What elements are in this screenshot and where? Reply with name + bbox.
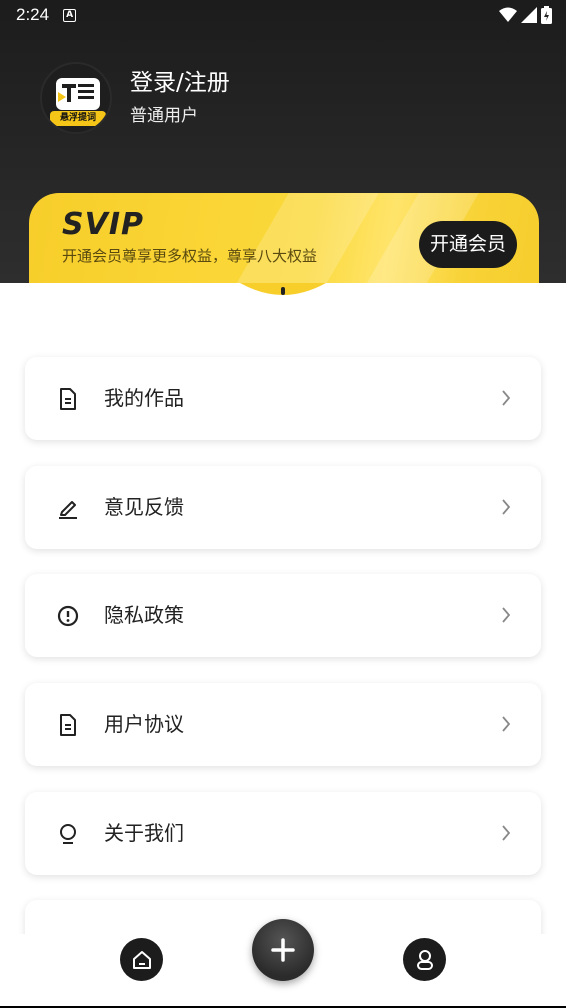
menu-item-feedback[interactable]: 意见反馈 bbox=[25, 466, 541, 549]
login-register-link[interactable]: 登录/注册 bbox=[130, 67, 230, 99]
info-circle-icon bbox=[57, 605, 79, 627]
chevron-right-icon bbox=[502, 390, 511, 406]
svip-logo: SVIP bbox=[62, 207, 144, 242]
user-level: 普通用户 bbox=[130, 106, 198, 126]
menu-item-privacy-policy[interactable]: 隐私政策 bbox=[25, 574, 541, 657]
svip-banner[interactable]: SVIP 开通会员尊享更多权益，尊享八大权益 开通会员 bbox=[29, 193, 539, 296]
status-time: 2:24 bbox=[16, 5, 50, 24]
wifi-icon bbox=[499, 7, 517, 22]
profile-text: 登录/注册 普通用户 bbox=[130, 67, 230, 129]
menu-item-label: 关于我们 bbox=[104, 821, 184, 845]
battery-icon bbox=[541, 6, 552, 24]
nav-profile-button[interactable] bbox=[403, 938, 446, 981]
avatar-label: 悬浮提词 bbox=[50, 111, 106, 126]
nav-home-button[interactable] bbox=[120, 938, 163, 981]
menu-item-user-agreement[interactable]: 用户协议 bbox=[25, 683, 541, 766]
add-icon bbox=[271, 938, 295, 962]
menu-item-label: 隐私政策 bbox=[104, 603, 184, 627]
menu-item-label: 我的作品 bbox=[104, 386, 184, 410]
chevron-right-icon bbox=[502, 716, 511, 732]
banner-notch bbox=[0, 283, 566, 303]
menu-item-label: 用户协议 bbox=[104, 712, 184, 736]
menu-item-about-us[interactable]: 关于我们 bbox=[25, 792, 541, 875]
menu-item-label: 意见反馈 bbox=[104, 495, 184, 519]
notification-a-icon: A bbox=[63, 8, 77, 22]
menu-item-my-works[interactable]: 我的作品 bbox=[25, 357, 541, 440]
bulb-icon bbox=[60, 824, 76, 844]
pen-icon bbox=[59, 501, 77, 519]
status-indicators bbox=[499, 6, 552, 24]
nav-add-button[interactable] bbox=[252, 919, 314, 981]
signal-icon bbox=[521, 7, 537, 23]
avatar[interactable]: 悬浮提词 bbox=[40, 62, 112, 134]
open-membership-button[interactable]: 开通会员 bbox=[419, 221, 517, 268]
profile-section[interactable]: 悬浮提词 登录/注册 普通用户 bbox=[40, 62, 230, 134]
svip-description: 开通会员尊享更多权益，尊享八大权益 bbox=[62, 247, 318, 265]
document-icon bbox=[60, 388, 76, 410]
document-icon bbox=[60, 714, 76, 736]
home-icon bbox=[132, 950, 151, 969]
chevron-right-icon bbox=[502, 499, 511, 515]
status-bar: 2:24 A bbox=[0, 0, 566, 30]
chevron-right-icon bbox=[502, 607, 511, 623]
chevron-right-icon bbox=[502, 825, 511, 841]
profile-icon bbox=[416, 949, 433, 970]
